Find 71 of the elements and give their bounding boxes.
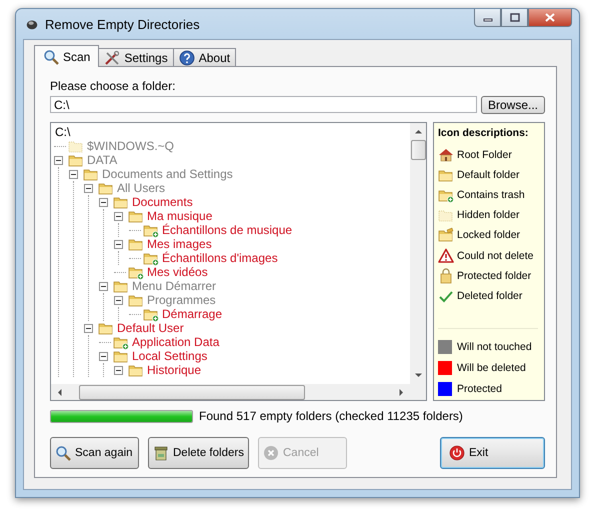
maximize-button[interactable] [501, 9, 528, 27]
folder-name[interactable]: All Users [116, 181, 166, 195]
close-button[interactable] [528, 9, 572, 27]
folder-name[interactable]: Mes images [146, 237, 213, 251]
collapse-toggle[interactable] [84, 184, 93, 192]
collapse-toggle[interactable] [99, 352, 108, 360]
tab[interactable]: Settings [98, 48, 174, 66]
collapse-toggle[interactable] [99, 282, 108, 290]
power-icon [449, 445, 465, 461]
tab[interactable]: About [172, 48, 236, 66]
folder-name[interactable]: Échantillons de musique [161, 223, 294, 237]
folder-name[interactable]: Documents and Settings [101, 167, 234, 181]
up-arrow-icon[interactable] [414, 128, 422, 135]
scan-button[interactable]: Scan again [50, 437, 139, 469]
collapse-toggle[interactable] [84, 324, 93, 332]
scrollbar-thumb[interactable] [79, 384, 305, 400]
legend-label: Contains trash [457, 189, 525, 202]
exit-button[interactable]: Exit [440, 437, 545, 469]
folder-name[interactable]: Mes vidéos [146, 265, 209, 279]
folder-name[interactable]: Démarrage [161, 307, 224, 321]
drive-name[interactable]: C:\ [54, 125, 72, 139]
search-icon [43, 48, 59, 64]
delete-button[interactable]: Delete folders [148, 437, 249, 469]
legend-label: Deleted folder [457, 290, 522, 302]
scan-result-text: Found 517 empty folders (checked 11235 folders) [199, 409, 463, 423]
legend-label: Root Folder [457, 149, 512, 162]
folder-field[interactable]: C:\ [50, 96, 477, 113]
legend-label: Will not touched [457, 341, 532, 354]
legend-title: Icon descriptions: [438, 127, 530, 139]
collapse-toggle[interactable] [99, 198, 108, 206]
browse-button[interactable]: Browse... [480, 96, 545, 114]
legend-label: Hidden folder [457, 209, 520, 222]
legend-label: Protected [457, 383, 502, 396]
search-icon [55, 445, 71, 461]
legend-label: Protected folder [457, 270, 532, 282]
tools-icon [104, 50, 120, 66]
legend-label: Locked folder [457, 229, 520, 242]
close-icon [545, 13, 555, 22]
folder-name[interactable]: Default User [116, 321, 185, 335]
collapse-toggle[interactable] [114, 296, 123, 304]
collapse-toggle[interactable] [69, 170, 78, 178]
tab[interactable]: Scan [34, 45, 100, 67]
left-arrow-icon[interactable] [56, 388, 63, 396]
folder-label: Please choose a folder: [50, 79, 176, 94]
collapse-toggle[interactable] [54, 156, 63, 164]
folder-name[interactable]: Menu Démarrer [131, 279, 218, 293]
vertical-scrollbar[interactable] [410, 123, 426, 384]
cancel-icon [263, 445, 279, 461]
maximize-icon [510, 13, 520, 22]
folder-name[interactable]: Échantillons d'images [161, 251, 279, 265]
folder-name[interactable]: Application Data [131, 335, 220, 349]
folder-name[interactable]: Documents [131, 195, 194, 209]
folder-name[interactable]: Local Settings [131, 349, 208, 363]
minimize-button[interactable] [474, 9, 501, 27]
window-title: Remove Empty Directories [45, 16, 200, 32]
horizontal-scrollbar[interactable] [51, 384, 410, 400]
folder-name[interactable]: Programmes [146, 293, 217, 307]
folder-name[interactable]: DATA [86, 153, 118, 167]
folder-name[interactable]: Historique [146, 363, 202, 377]
bin-icon [153, 445, 169, 461]
legend-label: Could not delete [457, 250, 534, 262]
folder-name[interactable]: Ma musique [146, 209, 214, 223]
down-arrow-icon[interactable] [414, 372, 422, 379]
scrollbar-thumb[interactable] [410, 140, 426, 160]
folder-name[interactable]: $WINDOWS.~Q [86, 139, 176, 153]
collapse-toggle[interactable] [114, 240, 123, 248]
collapse-toggle[interactable] [114, 366, 123, 374]
legend-label: Will be deleted [457, 362, 526, 374]
right-arrow-icon[interactable] [398, 388, 405, 396]
legend-label: Default folder [457, 169, 520, 182]
collapse-toggle[interactable] [114, 212, 123, 220]
